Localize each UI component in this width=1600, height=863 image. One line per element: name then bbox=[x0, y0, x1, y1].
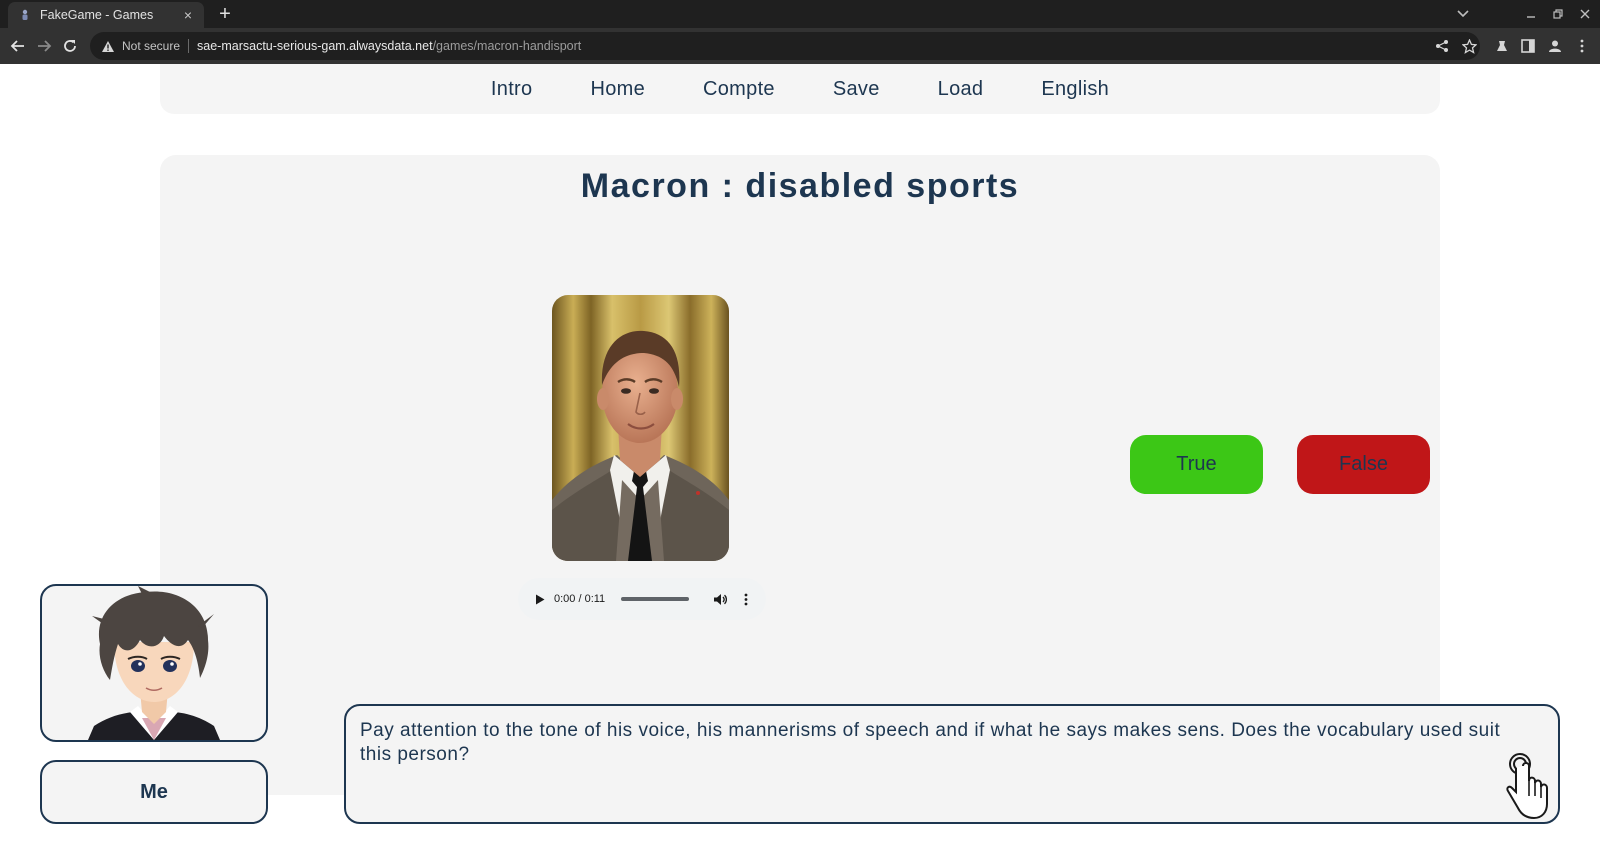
menu-icon[interactable] bbox=[1572, 36, 1592, 56]
reload-icon[interactable] bbox=[58, 34, 82, 58]
subject-photo bbox=[552, 295, 729, 561]
nav-save[interactable]: Save bbox=[833, 78, 880, 101]
browser-tab[interactable]: FakeGame - Games × bbox=[8, 2, 204, 28]
extensions-icon[interactable] bbox=[1492, 36, 1512, 56]
restore-icon[interactable] bbox=[1545, 0, 1571, 28]
share-icon[interactable] bbox=[1432, 36, 1452, 56]
audio-player[interactable]: 0:00 / 0:11 bbox=[518, 578, 766, 620]
hand-pointer-icon[interactable] bbox=[1506, 752, 1550, 820]
not-secure-label[interactable]: Not secure bbox=[122, 39, 190, 53]
more-options-icon[interactable] bbox=[739, 590, 753, 608]
tab-search-icon[interactable] bbox=[1450, 0, 1476, 28]
speaker-avatar bbox=[40, 584, 268, 742]
volume-icon[interactable] bbox=[711, 590, 729, 608]
dialogue-text: Pay attention to the tone of his voice, … bbox=[360, 720, 1501, 765]
top-navigation: Intro Home Compte Save Load English bbox=[160, 64, 1440, 114]
tab-title: FakeGame - Games bbox=[40, 8, 154, 22]
profile-icon[interactable] bbox=[1545, 36, 1565, 56]
sidepanel-icon[interactable] bbox=[1518, 36, 1538, 56]
false-button[interactable]: False bbox=[1297, 435, 1430, 494]
star-icon[interactable] bbox=[1459, 36, 1479, 56]
close-window-icon[interactable] bbox=[1572, 0, 1598, 28]
browser-tab-strip: FakeGame - Games × + bbox=[0, 0, 1600, 28]
game-card: Macron : disabled sports 0:00 / 0:11 Tru… bbox=[160, 155, 1440, 795]
nav-language[interactable]: English bbox=[1041, 78, 1109, 101]
audio-time: 0:00 / 0:11 bbox=[554, 593, 606, 605]
nav-intro[interactable]: Intro bbox=[491, 78, 533, 101]
nav-home[interactable]: Home bbox=[590, 78, 645, 101]
new-tab-button[interactable]: + bbox=[214, 3, 236, 25]
game-title: Macron : disabled sports bbox=[580, 167, 1020, 205]
true-button[interactable]: True bbox=[1130, 435, 1263, 494]
nav-compte[interactable]: Compte bbox=[703, 78, 775, 101]
speaker-name: Me bbox=[40, 760, 268, 824]
favicon-icon bbox=[18, 8, 32, 22]
browser-toolbar: Not secure sae-marsactu-serious-gam.alwa… bbox=[0, 28, 1600, 64]
address-bar[interactable]: Not secure sae-marsactu-serious-gam.alwa… bbox=[90, 32, 1480, 60]
audio-seek-bar[interactable] bbox=[621, 597, 690, 601]
url-path: /games/macron-handisport bbox=[432, 39, 582, 53]
tab-close-icon[interactable]: × bbox=[180, 8, 196, 22]
minimize-icon[interactable] bbox=[1518, 0, 1544, 28]
play-icon[interactable] bbox=[532, 591, 548, 607]
forward-icon[interactable] bbox=[32, 34, 56, 58]
nav-load[interactable]: Load bbox=[938, 78, 984, 101]
back-icon[interactable] bbox=[6, 34, 30, 58]
dialogue-box[interactable]: Pay attention to the tone of his voice, … bbox=[344, 704, 1560, 824]
warning-icon[interactable] bbox=[100, 38, 116, 54]
url-host: sae-marsactu-serious-gam.alwaysdata.net bbox=[197, 39, 433, 53]
page: Intro Home Compte Save Load English Macr… bbox=[0, 64, 1600, 863]
